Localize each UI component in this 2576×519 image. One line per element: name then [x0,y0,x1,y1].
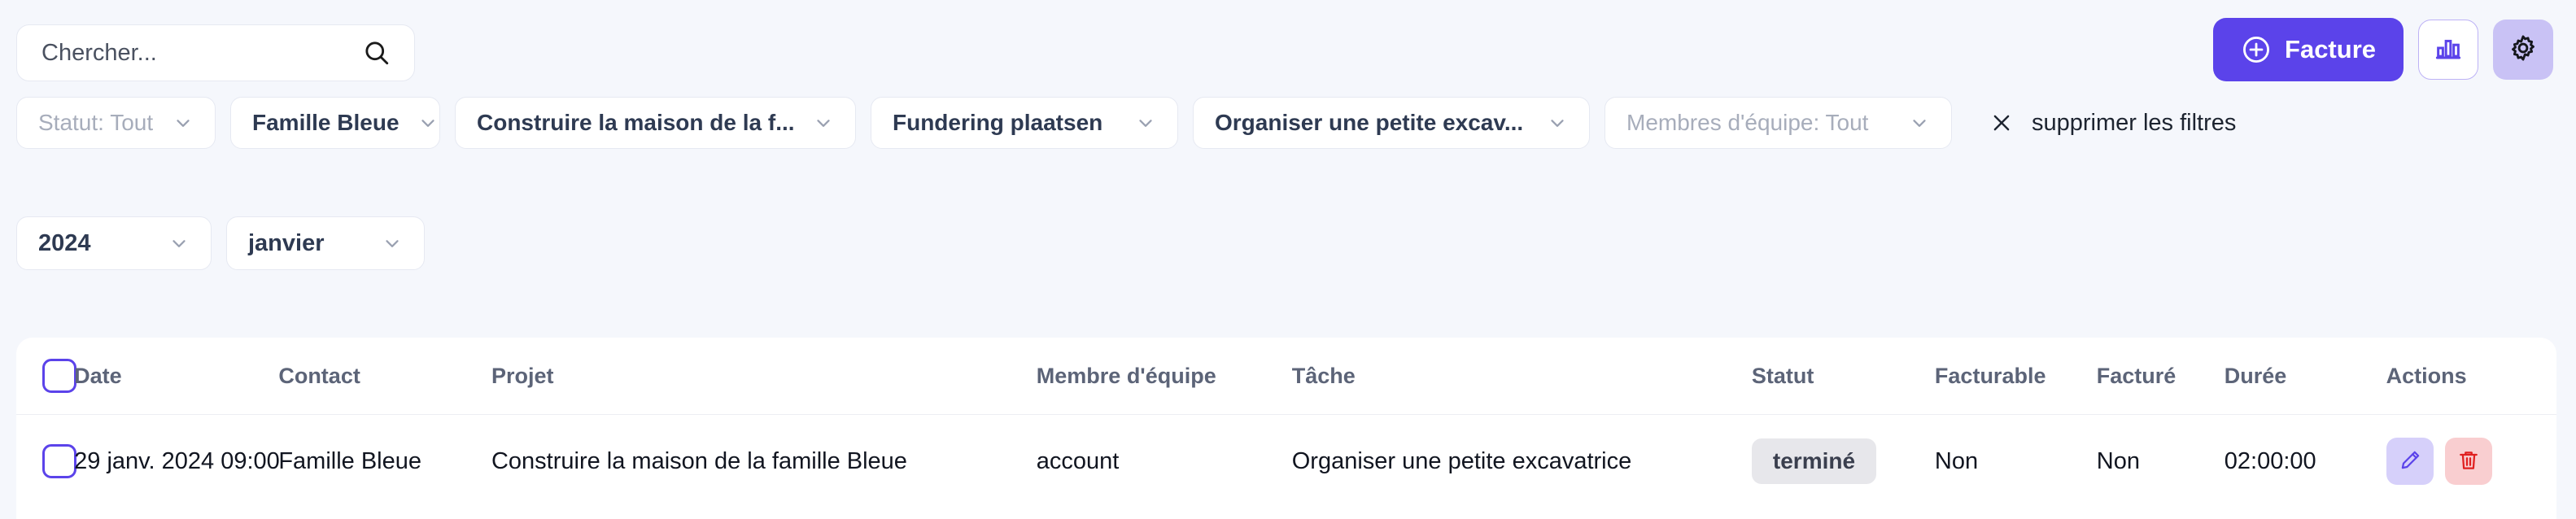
status-badge: terminé [1751,438,1877,484]
add-invoice-label: Facture [2285,35,2376,63]
year-value: 2024 [38,229,91,256]
filter-projet[interactable]: Construire la maison de la f... [455,97,856,149]
column-header-facturable[interactable]: Facturable [1934,338,2097,415]
cell-tache: Organiser une petite excavatrice [1291,447,1632,474]
cell-statut: terminé [1751,415,1935,508]
chevron-down-icon [168,233,190,254]
trash-icon [2456,448,2481,475]
filter-tache-label: Organiser une petite excav... [1215,110,1524,135]
filter-contact[interactable]: Famille Bleue [230,97,440,149]
cell-contact: Famille Bleue [278,447,422,474]
row-actions [2386,438,2556,485]
row-select-cell [16,415,76,508]
select-all-cell [16,338,76,415]
chevron-down-icon [1135,112,1156,133]
column-header-projet[interactable]: Projet [491,338,1037,415]
top-bar: Facture [0,0,2576,89]
add-invoice-button[interactable]: Facture [2213,18,2404,81]
plus-circle-icon [2241,34,2272,65]
table-header-row: Date Contact Projet Membre d'équipe Tâch… [16,338,2556,415]
search-box[interactable] [16,24,415,81]
select-all-checkbox[interactable] [42,359,76,393]
filter-bar: Statut: Tout Famille Bleue Construire la… [0,91,2576,155]
filter-statut-label: Statut: Tout [38,110,154,135]
top-actions: Facture [2213,18,2553,81]
pencil-icon [2398,448,2422,475]
cell-actions [2386,415,2556,508]
settings-button[interactable] [2493,20,2553,80]
search-icon[interactable] [362,38,391,68]
cell-date: 29 janv. 2024 09:00 [74,447,280,474]
chevron-down-icon [417,112,439,133]
cell-membre: account [1036,447,1120,474]
column-header-contact[interactable]: Contact [278,338,491,415]
table-body: 29 janv. 2024 09:00 Famille Bleue Constr… [16,415,2556,508]
clear-filters-button[interactable]: supprimer les filtres [1989,110,2236,137]
chevron-down-icon [1547,112,1568,133]
filter-phase[interactable]: Fundering plaatsen [871,97,1178,149]
cell-projet: Construire la maison de la famille Bleue [491,447,907,474]
clear-filters-label: supprimer les filtres [2032,109,2237,136]
period-selectors: 2024 janvier [16,216,425,270]
column-header-membre[interactable]: Membre d'équipe [1036,338,1292,415]
timesheet-table: Date Contact Projet Membre d'équipe Tâch… [16,338,2556,508]
cell-duree: 02:00:00 [2224,447,2316,474]
close-x-icon [1989,111,2014,135]
chevron-down-icon [172,112,194,133]
month-value: janvier [248,229,325,256]
year-select[interactable]: 2024 [16,216,212,270]
edit-row-button[interactable] [2386,438,2434,485]
filter-membres[interactable]: Membres d'équipe: Tout [1605,97,1952,149]
filter-membres-label: Membres d'équipe: Tout [1626,110,1869,135]
gear-icon [2508,33,2539,68]
chevron-down-icon [382,233,403,254]
chevron-down-icon [813,112,834,133]
column-header-facture[interactable]: Facturé [2096,338,2225,415]
filter-contact-label: Famille Bleue [252,110,399,135]
filter-phase-label: Fundering plaatsen [893,110,1103,135]
table-header: Date Contact Projet Membre d'équipe Tâch… [16,338,2556,415]
column-header-duree[interactable]: Durée [2224,338,2386,415]
search-input[interactable] [40,38,362,68]
cell-facture: Non [2096,447,2140,474]
column-header-tache[interactable]: Tâche [1291,338,1752,415]
filter-statut[interactable]: Statut: Tout [16,97,216,149]
reports-button[interactable] [2418,20,2478,80]
bar-chart-icon [2433,33,2464,68]
chevron-down-icon [1909,112,1930,133]
column-header-statut[interactable]: Statut [1751,338,1935,415]
timesheet-table-card: Date Contact Projet Membre d'équipe Tâch… [16,338,2556,519]
cell-facturable: Non [1934,447,1979,474]
month-select[interactable]: janvier [226,216,425,270]
filter-tache[interactable]: Organiser une petite excav... [1193,97,1590,149]
filter-projet-label: Construire la maison de la f... [477,110,795,135]
table-row[interactable]: 29 janv. 2024 09:00 Famille Bleue Constr… [16,415,2556,508]
row-checkbox[interactable] [42,444,76,478]
column-header-date[interactable]: Date [74,338,279,415]
timesheet-page: Facture [0,0,2576,519]
delete-row-button[interactable] [2444,438,2492,485]
column-header-actions: Actions [2386,338,2556,415]
